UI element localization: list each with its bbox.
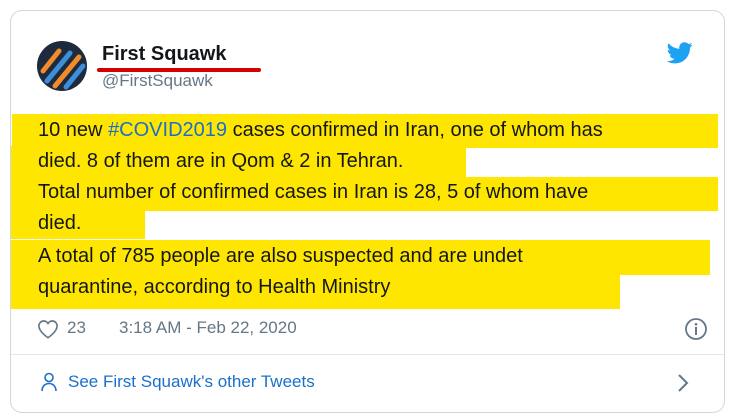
- tweet-actions: 23 3:18 AM - Feb 22, 2020: [37, 317, 707, 343]
- avatar[interactable]: [37, 41, 87, 91]
- tweet-text-line: A total of 785 people are also suspected…: [38, 245, 523, 267]
- twitter-bird-icon[interactable]: [667, 42, 693, 64]
- tweet-text-line: died. 8 of them are in Qom & 2 in Tehran…: [38, 150, 404, 172]
- other-tweets-link[interactable]: See First Squawk's other Tweets: [11, 355, 724, 412]
- tweet-text-line: quarantine, according to Health Ministry: [38, 276, 391, 298]
- tweet-text-line: Total number of confirmed cases in Iran …: [38, 181, 589, 203]
- chevron-right-icon[interactable]: [677, 373, 689, 393]
- heart-icon[interactable]: [37, 319, 59, 339]
- hashtag-link[interactable]: #COVID2019: [108, 119, 227, 141]
- author-name[interactable]: First Squawk: [102, 43, 226, 66]
- info-icon[interactable]: [684, 317, 708, 341]
- like-count[interactable]: 23: [67, 318, 86, 338]
- tweet-card: First Squawk @FirstSquawk 10 new #COVID2…: [10, 10, 725, 413]
- person-icon: [41, 372, 57, 392]
- tweet-timestamp[interactable]: 3:18 AM - Feb 22, 2020: [119, 318, 297, 338]
- author-handle[interactable]: @FirstSquawk: [102, 71, 213, 91]
- tweet-text-line: died.: [38, 212, 82, 234]
- tweet-text-line: 10 new #COVID2019 cases confirmed in Ira…: [38, 119, 603, 141]
- footer-link-label[interactable]: See First Squawk's other Tweets: [68, 372, 315, 392]
